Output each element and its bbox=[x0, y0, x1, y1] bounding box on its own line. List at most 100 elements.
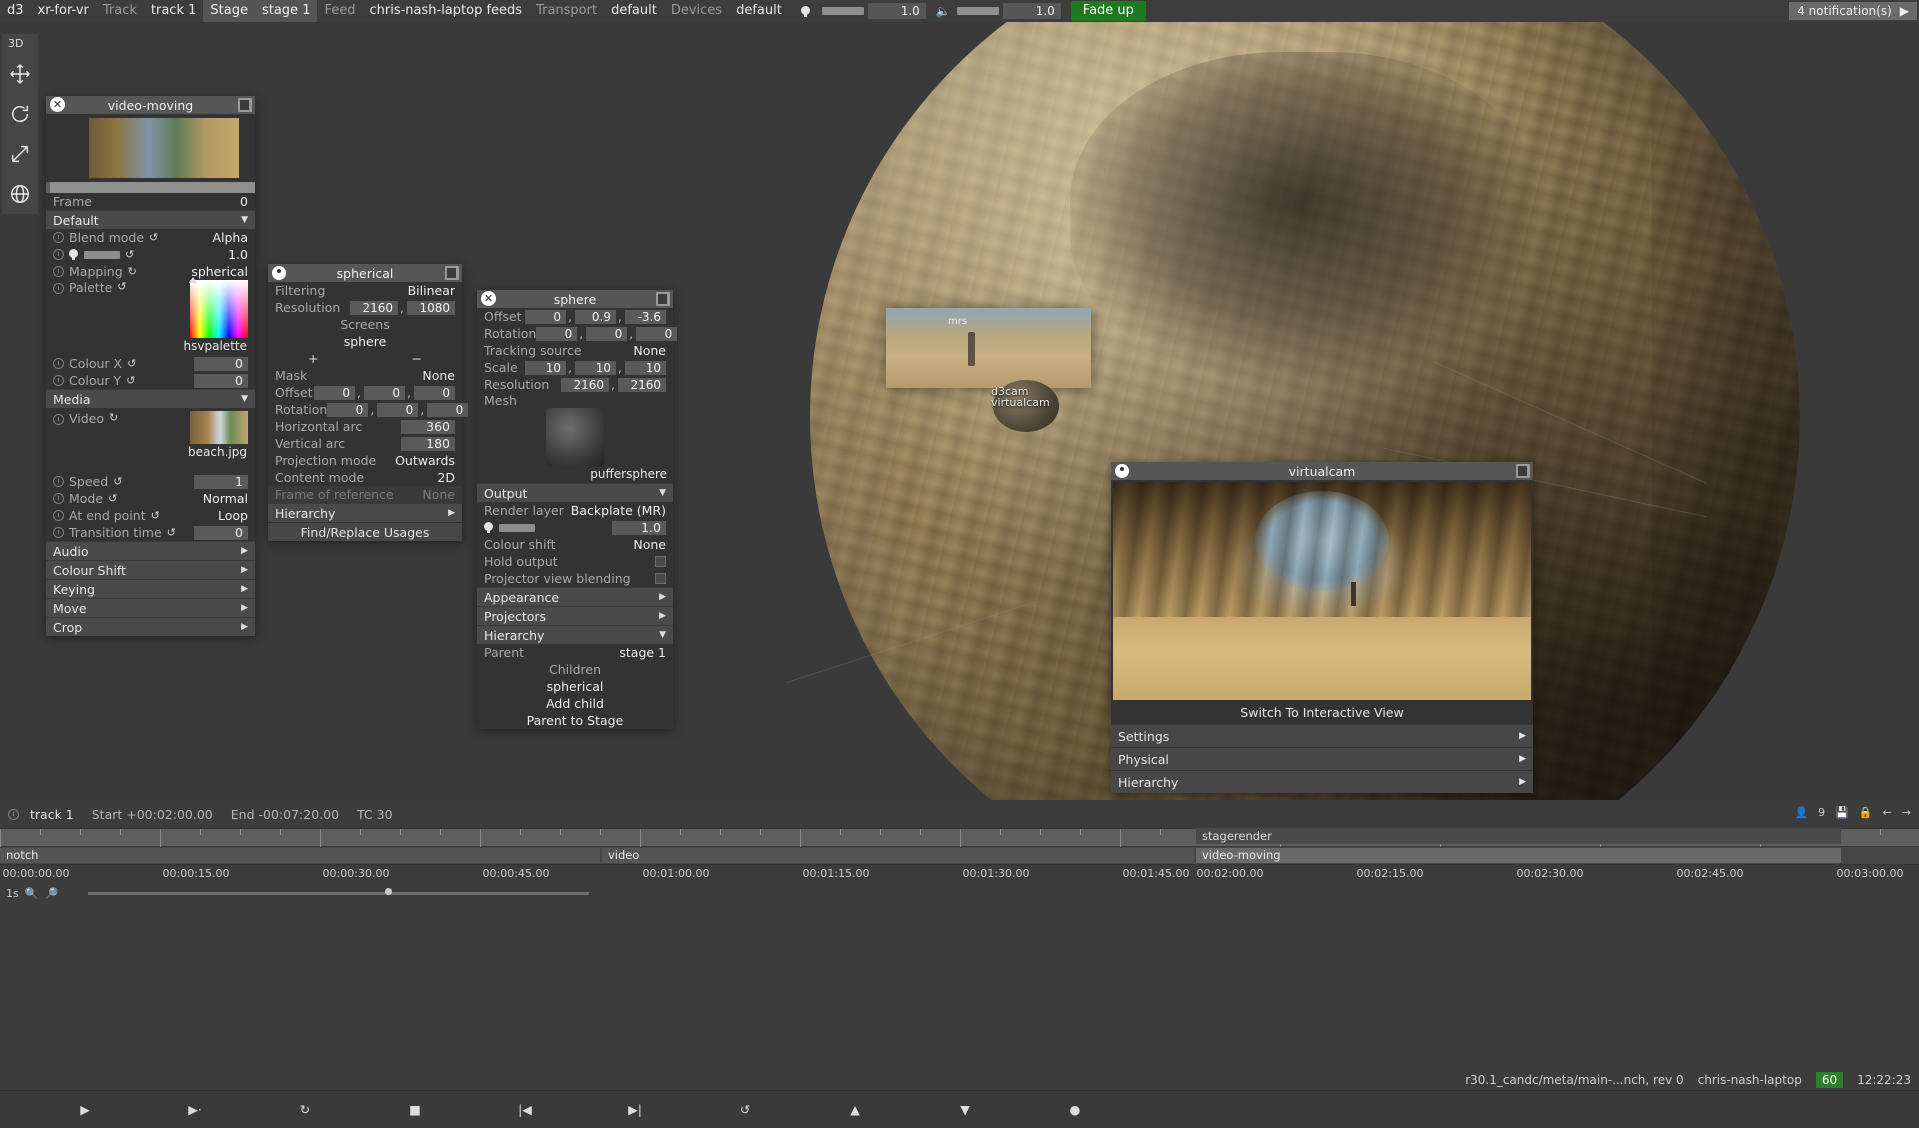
resolution-row[interactable]: Resolution 2160 , 1080 bbox=[268, 299, 462, 316]
save-icon[interactable]: 💾 bbox=[1835, 806, 1849, 819]
at-end-point-value[interactable]: Loop bbox=[218, 508, 248, 523]
rotation-y[interactable]: 0 bbox=[377, 403, 418, 417]
offset-z[interactable]: 0 bbox=[414, 386, 455, 400]
parent-value[interactable]: stage 1 bbox=[619, 645, 666, 660]
up-button[interactable]: ▲ bbox=[800, 1102, 910, 1117]
projection-mode-row[interactable]: Projection mode Outwards bbox=[268, 452, 462, 469]
content-mode-row[interactable]: Content mode 2D bbox=[268, 469, 462, 486]
stop-button[interactable]: ■ bbox=[360, 1102, 470, 1117]
filtering-row[interactable]: Filtering Bilinear bbox=[268, 282, 462, 299]
down-button[interactable]: ▼ bbox=[910, 1102, 1020, 1117]
reset-icon[interactable]: ↺ bbox=[125, 248, 134, 261]
beach-thumbnail[interactable] bbox=[190, 411, 248, 444]
rotation-x[interactable]: 0 bbox=[327, 403, 368, 417]
virtualcam-panel[interactable]: virtualcam Switch To Interactive View Se… bbox=[1111, 462, 1533, 793]
opacity-row[interactable]: ↺ 1.0 bbox=[46, 246, 255, 263]
lock-icon[interactable]: 🔒 bbox=[1859, 806, 1873, 819]
clock-icon[interactable] bbox=[53, 232, 64, 243]
reset-icon[interactable]: ↺ bbox=[151, 509, 160, 522]
transition-time-row[interactable]: Transition time ↺ 0 bbox=[46, 524, 255, 541]
timeline-track-name[interactable]: track 1 bbox=[30, 807, 74, 822]
sphere-rotation-z[interactable]: 0 bbox=[636, 327, 677, 341]
sphere-scale-x[interactable]: 10 bbox=[525, 361, 566, 375]
sphere-opacity-value[interactable]: 1.0 bbox=[612, 521, 666, 535]
close-icon[interactable]: ✕ bbox=[481, 291, 496, 306]
volume-slider[interactable] bbox=[957, 7, 999, 15]
screens-value-row[interactable]: sphere bbox=[268, 333, 462, 350]
virtualcam-section-hierarchy[interactable]: Hierarchy ▶ bbox=[1111, 770, 1533, 793]
add-child-row[interactable]: Add child bbox=[477, 695, 673, 712]
filtering-value[interactable]: Bilinear bbox=[408, 283, 455, 298]
render-layer-row[interactable]: Render layer Backplate (MR) bbox=[477, 502, 673, 519]
document-icon[interactable] bbox=[656, 292, 670, 306]
reset-icon[interactable]: ↺ bbox=[127, 357, 136, 370]
frame-of-reference-row[interactable]: Frame of reference None bbox=[268, 486, 462, 503]
clock-icon[interactable] bbox=[53, 527, 64, 538]
section-keying[interactable]: Keying ▶ bbox=[46, 579, 255, 598]
sphere-resolution-height[interactable]: 2160 bbox=[618, 378, 666, 392]
render-layer-value[interactable]: Backplate (MR) bbox=[571, 503, 666, 518]
hsv-palette-swatch[interactable] bbox=[190, 280, 248, 338]
sphere-panel[interactable]: ✕ sphere Offset 0 , 0.9 , -3.6 Rotation … bbox=[477, 290, 673, 729]
timeline-end-label[interactable]: End -00:07:20.00 bbox=[231, 807, 339, 822]
section-default[interactable]: Default ▼ bbox=[46, 210, 255, 229]
hold-output-checkbox[interactable] bbox=[655, 556, 666, 567]
hold-output-row[interactable]: Hold output bbox=[477, 553, 673, 570]
transport-value[interactable]: default bbox=[604, 0, 664, 22]
sphere-scale-row[interactable]: Scale 10 , 10 , 10 bbox=[477, 359, 673, 376]
section-crop[interactable]: Crop ▶ bbox=[46, 617, 255, 636]
clip-video[interactable]: video bbox=[602, 848, 1194, 863]
children-value[interactable]: spherical bbox=[547, 679, 604, 694]
zoom-scrollbar[interactable] bbox=[88, 892, 589, 895]
play-next-button[interactable]: ▶· bbox=[140, 1102, 250, 1117]
fade-up-button[interactable]: Fade up bbox=[1071, 1, 1146, 21]
project-name[interactable]: xr-for-vr bbox=[31, 0, 96, 22]
minus-icon[interactable]: − bbox=[412, 351, 422, 366]
palette-row[interactable]: Palette ↺ bbox=[46, 280, 255, 338]
vertical-arc-row[interactable]: Vertical arc 180 bbox=[268, 435, 462, 452]
colour-x-row[interactable]: Colour X ↺ 0 bbox=[46, 355, 255, 372]
clock-icon[interactable] bbox=[53, 510, 64, 521]
clock-icon[interactable] bbox=[53, 476, 64, 487]
mesh-row[interactable]: Mesh bbox=[477, 393, 673, 408]
mapping-value[interactable]: spherical bbox=[191, 264, 248, 279]
panel-header[interactable]: ✕ video-moving bbox=[46, 96, 255, 114]
colour-y-value[interactable]: 0 bbox=[194, 374, 248, 388]
document-icon[interactable] bbox=[238, 98, 252, 112]
add-child-button[interactable]: Add child bbox=[546, 696, 604, 711]
feed-value[interactable]: chris-nash-laptop feeds bbox=[362, 0, 529, 22]
children-value-row[interactable]: spherical bbox=[477, 678, 673, 695]
tracking-source-value[interactable]: None bbox=[633, 343, 666, 358]
parent-to-stage-button[interactable]: Parent to Stage bbox=[527, 713, 624, 728]
scrollbar[interactable] bbox=[46, 182, 255, 193]
mapping-row[interactable]: Mapping ↻ spherical bbox=[46, 263, 255, 280]
video-thumbnail[interactable] bbox=[89, 118, 239, 178]
reset-icon[interactable]: ↻ bbox=[109, 411, 118, 424]
clock-icon[interactable] bbox=[53, 358, 64, 369]
timeline-track-row-1[interactable]: notch video video-moving bbox=[0, 847, 1919, 864]
sphere-offset-y[interactable]: 0.9 bbox=[575, 310, 616, 324]
offset-row[interactable]: Offset 0 , 0 , 0 bbox=[268, 384, 462, 401]
transition-time-value[interactable]: 0 bbox=[194, 526, 248, 540]
sphere-scale-z[interactable]: 10 bbox=[625, 361, 666, 375]
at-end-point-row[interactable]: At end point ↺ Loop bbox=[46, 507, 255, 524]
prev-button[interactable]: |◀ bbox=[470, 1102, 580, 1117]
section-output[interactable]: Output ▼ bbox=[477, 483, 673, 502]
spherical-section-hierarchy[interactable]: Hierarchy ▶ bbox=[268, 503, 462, 522]
offset-x[interactable]: 0 bbox=[314, 386, 355, 400]
rotation-z[interactable]: 0 bbox=[427, 403, 468, 417]
section-move[interactable]: Move ▶ bbox=[46, 598, 255, 617]
globe-icon[interactable] bbox=[2, 174, 38, 214]
app-logo[interactable]: d3 bbox=[0, 0, 31, 22]
projection-screen[interactable]: mrs bbox=[886, 308, 1091, 388]
panel-header[interactable]: virtualcam bbox=[1111, 462, 1533, 480]
zoom-handle[interactable] bbox=[385, 888, 392, 895]
section-media[interactable]: Media ▼ bbox=[46, 389, 255, 408]
mask-value[interactable]: None bbox=[422, 368, 455, 383]
projector-view-blending-row[interactable]: Projector view blending bbox=[477, 570, 673, 587]
sphere-offset-x[interactable]: 0 bbox=[525, 310, 566, 324]
reset-icon[interactable]: ↺ bbox=[149, 231, 158, 244]
play-button[interactable]: ▶ bbox=[30, 1102, 140, 1117]
opacity-value[interactable]: 1.0 bbox=[228, 247, 248, 262]
parent-row[interactable]: Parent stage 1 bbox=[477, 644, 673, 661]
